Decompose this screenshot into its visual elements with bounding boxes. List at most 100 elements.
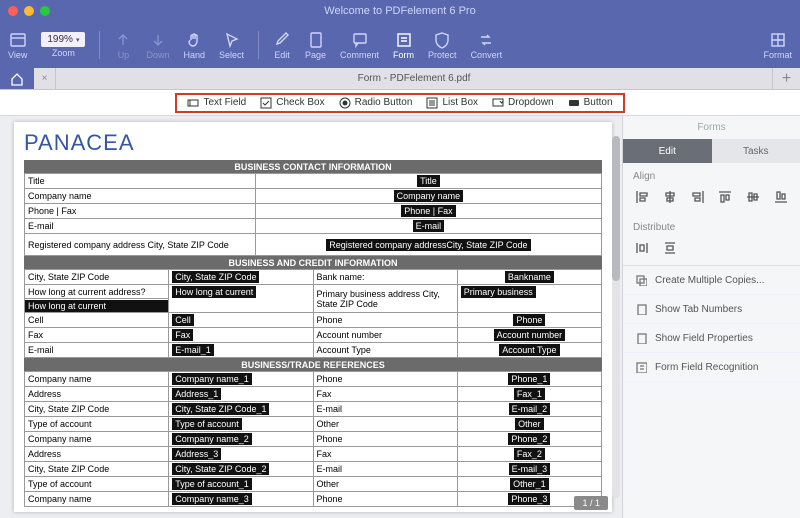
- align-center-h-icon: [662, 189, 678, 205]
- form-field[interactable]: Phone_2: [508, 433, 550, 445]
- align-left-button[interactable]: [633, 188, 651, 206]
- form-field[interactable]: Address_1: [172, 388, 221, 400]
- shield-icon: [433, 31, 451, 49]
- form-field[interactable]: Registered company addressCity, State ZI…: [326, 239, 530, 251]
- form-field[interactable]: How long at current: [25, 300, 168, 312]
- align-center-h-button[interactable]: [661, 188, 679, 206]
- view-button[interactable]: View: [8, 31, 27, 60]
- form-field[interactable]: E-mail: [413, 220, 445, 232]
- edit-label: Edit: [274, 50, 290, 60]
- radio-button-tool[interactable]: Radio Button: [339, 97, 413, 109]
- button-tool[interactable]: Button: [568, 97, 613, 109]
- form-field[interactable]: How long at current: [172, 286, 256, 298]
- convert-button[interactable]: Convert: [471, 31, 503, 60]
- form-field[interactable]: Phone: [513, 314, 545, 326]
- form-field[interactable]: Bankname: [505, 271, 554, 283]
- form-field[interactable]: Fax_1: [514, 388, 545, 400]
- form-field[interactable]: Type of account_1: [172, 478, 252, 490]
- form-field[interactable]: Other_1: [510, 478, 549, 490]
- form-field[interactable]: Primary business: [461, 286, 536, 298]
- form-field[interactable]: E-mail_1: [172, 344, 214, 356]
- create-multiple-copies-button[interactable]: Create Multiple Copies...: [623, 266, 800, 295]
- protect-button[interactable]: Protect: [428, 31, 457, 60]
- form-field[interactable]: E-mail_2: [509, 403, 551, 415]
- form-field[interactable]: Type of account: [172, 418, 242, 430]
- form-field[interactable]: Phone_1: [508, 373, 550, 385]
- form-field[interactable]: Company name_1: [172, 373, 252, 385]
- zoom-value-box[interactable]: 199% ▾: [41, 32, 85, 47]
- minimize-window-icon[interactable]: [24, 6, 34, 16]
- view-label: View: [8, 50, 27, 60]
- copies-icon: [635, 274, 647, 286]
- toolbar-separator: [258, 31, 259, 59]
- distribute-section: Distribute: [623, 214, 800, 265]
- fullscreen-window-icon[interactable]: [40, 6, 50, 16]
- form-field[interactable]: Cell: [172, 314, 194, 326]
- show-field-properties-button[interactable]: Show Field Properties: [623, 324, 800, 353]
- form-field[interactable]: Phone_3: [508, 493, 550, 505]
- down-label: Down: [146, 50, 169, 60]
- format-button[interactable]: Format: [763, 31, 792, 60]
- cell-label: Company name: [25, 372, 169, 387]
- align-middle-button[interactable]: [744, 188, 762, 206]
- form-field[interactable]: Company name_3: [172, 493, 252, 505]
- action-label: Create Multiple Copies...: [655, 275, 765, 286]
- close-tab-button[interactable]: ×: [34, 68, 56, 89]
- document-tab[interactable]: Form - PDFelement 6.pdf: [56, 68, 772, 89]
- tab-edit[interactable]: Edit: [623, 139, 712, 163]
- arrow-up-icon: [114, 31, 132, 49]
- edit-button[interactable]: Edit: [273, 31, 291, 60]
- form-field[interactable]: Fax: [172, 329, 193, 341]
- action-label: Show Field Properties: [655, 333, 753, 344]
- form-field-recognition-button[interactable]: Form Field Recognition: [623, 353, 800, 382]
- zoom-button[interactable]: 199% ▾ Zoom: [41, 32, 85, 58]
- form-field[interactable]: Address_3: [172, 448, 221, 460]
- recognition-icon: [635, 361, 647, 373]
- form-field[interactable]: Fax_2: [514, 448, 545, 460]
- form-field[interactable]: Company name_2: [172, 433, 252, 445]
- text-field-icon: [187, 97, 199, 109]
- form-field[interactable]: Phone | Fax: [401, 205, 455, 217]
- align-left-icon: [634, 189, 650, 205]
- vertical-scrollbar[interactable]: [612, 136, 620, 498]
- close-window-icon[interactable]: [8, 6, 18, 16]
- form-field[interactable]: Account number: [494, 329, 566, 341]
- text-field-tool[interactable]: Text Field: [187, 97, 246, 109]
- align-right-button[interactable]: [689, 188, 707, 206]
- select-icon: [222, 31, 240, 49]
- page-button[interactable]: Page: [305, 31, 326, 60]
- distribute-h-button[interactable]: [633, 239, 651, 257]
- align-top-button[interactable]: [716, 188, 734, 206]
- select-button[interactable]: Select: [219, 31, 244, 60]
- distribute-v-button[interactable]: [661, 239, 679, 257]
- form-field[interactable]: City, State ZIP Code_2: [172, 463, 269, 475]
- show-tab-numbers-button[interactable]: Show Tab Numbers: [623, 295, 800, 324]
- align-bottom-button[interactable]: [772, 188, 790, 206]
- comment-button[interactable]: Comment: [340, 31, 379, 60]
- new-tab-button[interactable]: +: [772, 68, 800, 89]
- check-box-tool[interactable]: Check Box: [260, 97, 324, 109]
- tab-label: Form - PDFelement 6.pdf: [358, 73, 471, 84]
- form-field[interactable]: E-mail_3: [509, 463, 551, 475]
- form-field[interactable]: Other: [515, 418, 544, 430]
- document-viewport[interactable]: PANACEA BUSINESS CONTACT INFORMATION Tit…: [0, 116, 622, 518]
- list-box-label: List Box: [442, 97, 478, 108]
- convert-label: Convert: [471, 50, 503, 60]
- up-button[interactable]: Up: [114, 31, 132, 60]
- panel-tabs: Edit Tasks: [623, 139, 800, 163]
- form-button[interactable]: Form: [393, 31, 414, 60]
- list-box-tool[interactable]: List Box: [426, 97, 478, 109]
- form-field[interactable]: Company name: [394, 190, 464, 202]
- form-field[interactable]: City, State ZIP Code: [172, 271, 259, 283]
- form-field[interactable]: Title: [417, 175, 440, 187]
- document-brand: PANACEA: [24, 130, 602, 156]
- scrollbar-thumb[interactable]: [612, 136, 620, 281]
- dropdown-tool[interactable]: Dropdown: [492, 97, 554, 109]
- home-button[interactable]: [0, 68, 34, 89]
- down-button[interactable]: Down: [146, 31, 169, 60]
- cell-label: E-mail: [313, 402, 457, 417]
- form-field[interactable]: Account Type: [499, 344, 559, 356]
- form-field[interactable]: City, State ZIP Code_1: [172, 403, 269, 415]
- tab-tasks[interactable]: Tasks: [712, 139, 800, 163]
- hand-button[interactable]: Hand: [183, 31, 205, 60]
